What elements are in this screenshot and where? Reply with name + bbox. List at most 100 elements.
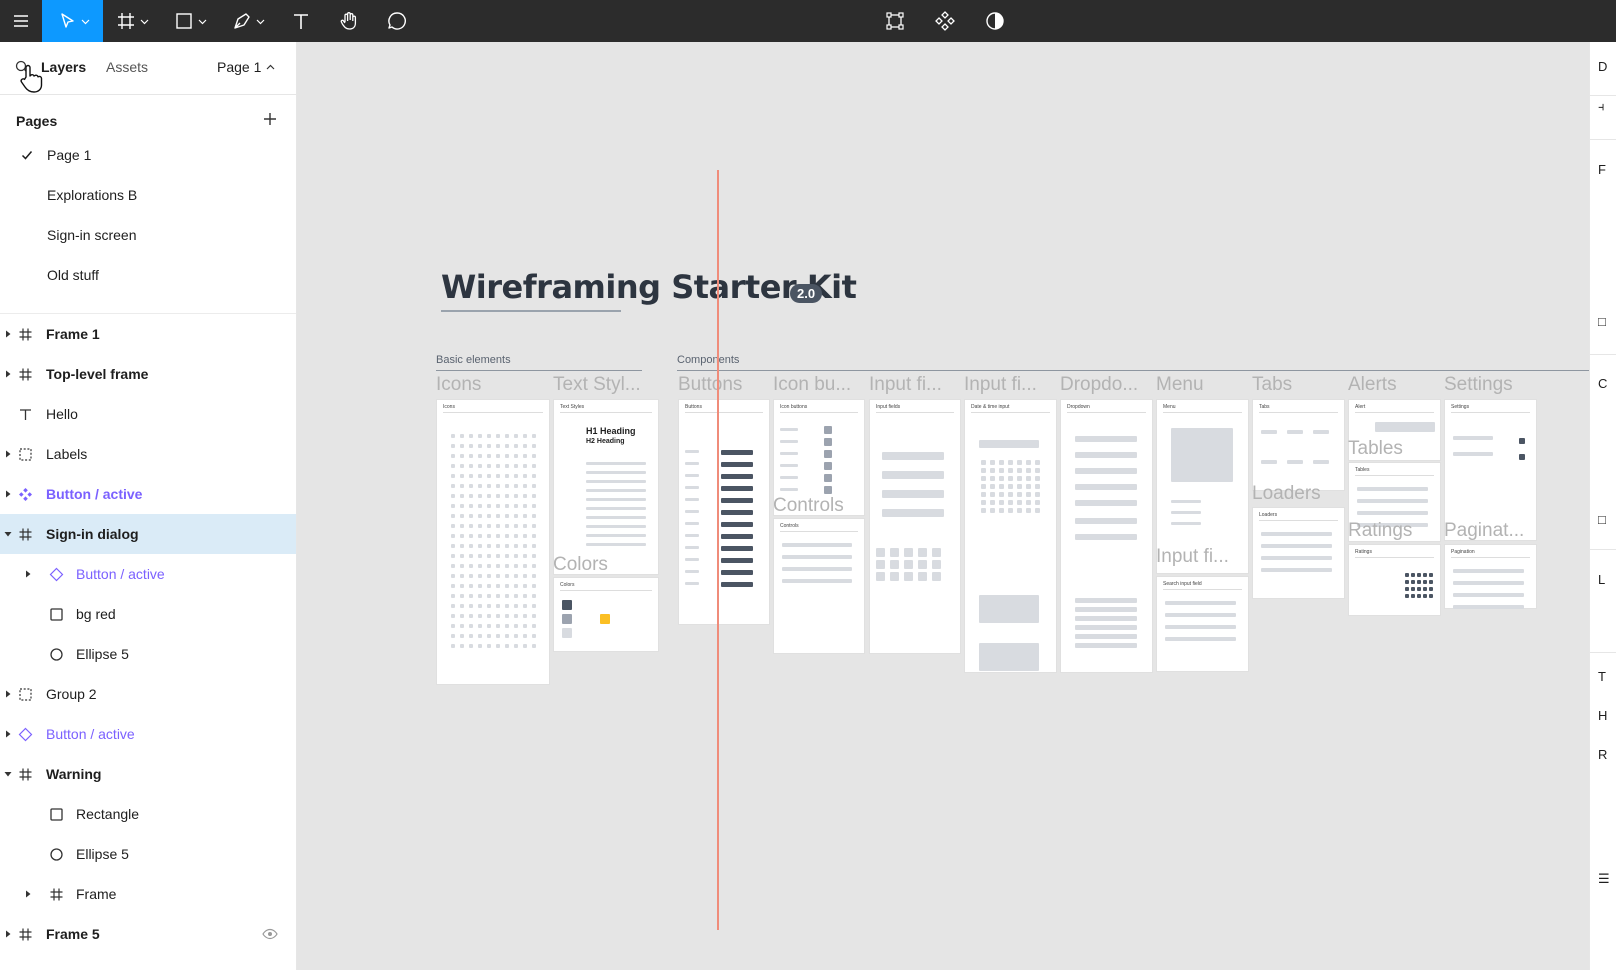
board-title[interactable]: Icon bu... — [773, 374, 851, 396]
wireframe-element — [505, 614, 509, 618]
wireframe-element — [721, 534, 753, 539]
frame-tool-icon[interactable] — [103, 0, 161, 42]
wireframe-element — [460, 474, 464, 478]
canvas[interactable]: Wireframing Starter Kit 2.0 Basic elemen… — [297, 42, 1589, 970]
board-frame[interactable]: Icons — [436, 399, 550, 685]
board-title[interactable]: Settings — [1444, 374, 1513, 396]
align-icon[interactable]: ⫞ — [1598, 99, 1605, 115]
board-title[interactable]: Tabs — [1252, 374, 1292, 396]
caret-right-icon[interactable] — [4, 730, 12, 738]
color-swatch — [562, 614, 572, 624]
caret-right-icon[interactable] — [4, 490, 12, 498]
caret-right-icon[interactable] — [4, 330, 12, 338]
tab-assets[interactable]: Assets — [106, 59, 148, 75]
wireframe-element — [496, 484, 500, 488]
text-tool-icon[interactable] — [277, 0, 325, 42]
add-page-icon[interactable] — [262, 111, 278, 127]
sub-board[interactable]: Loaders — [1252, 507, 1345, 599]
caret-right-icon[interactable] — [24, 890, 32, 898]
wireframe-element — [780, 428, 798, 431]
board-frame[interactable]: Buttons — [678, 399, 770, 625]
layer-row[interactable]: Button / active — [0, 554, 296, 594]
layer-row[interactable]: Top-level frame — [0, 354, 296, 394]
board-title[interactable]: Loaders — [1252, 483, 1321, 505]
comment-tool-icon[interactable] — [373, 0, 421, 42]
edit-object-icon[interactable] — [870, 0, 920, 42]
frame-icon — [19, 528, 32, 541]
layer-row[interactable]: Frame 5 — [0, 914, 296, 954]
wireframe-element — [460, 614, 464, 618]
board-title[interactable]: Icons — [436, 374, 481, 396]
sub-board[interactable]: Controls — [773, 518, 865, 654]
board-title[interactable]: Controls — [773, 495, 844, 517]
eye-icon[interactable] — [262, 928, 278, 940]
layer-row[interactable]: Warning — [0, 754, 296, 794]
board-title[interactable]: Input fi... — [964, 374, 1037, 396]
caret-right-icon[interactable] — [4, 930, 12, 938]
list-icon[interactable]: ☰ — [1598, 871, 1610, 887]
layer-row[interactable]: Frame 1 — [0, 314, 296, 354]
tab-layers[interactable]: Layers — [41, 59, 86, 75]
layer-row[interactable]: Button / active — [0, 714, 296, 754]
sub-board[interactable]: Colors — [553, 577, 659, 652]
board-title[interactable]: Tables — [1348, 438, 1403, 460]
sub-board[interactable]: Ratings — [1348, 544, 1441, 616]
layer-row[interactable]: Frame — [0, 874, 296, 914]
layer-row[interactable]: Hello — [0, 394, 296, 434]
layer-row[interactable]: Sign-in dialog — [0, 514, 296, 554]
wireframe-element — [685, 522, 699, 525]
layer-row[interactable]: Ellipse 5 — [0, 834, 296, 874]
board-frame[interactable]: Text Styles H1 Heading H2 Heading — [553, 399, 659, 575]
shape-tool-icon[interactable] — [161, 0, 219, 42]
board-title[interactable]: Alerts — [1348, 374, 1397, 396]
caret-down-icon[interactable] — [4, 770, 12, 778]
wireframe-element — [1075, 452, 1137, 458]
layer-row[interactable]: Ellipse 5 — [0, 634, 296, 674]
wireframe-element — [523, 624, 527, 628]
board-frame[interactable]: Input fields — [869, 399, 961, 654]
board-title[interactable]: Buttons — [678, 374, 742, 396]
board-frame[interactable]: Tabs — [1252, 399, 1345, 491]
menu-icon[interactable] — [0, 0, 42, 42]
sub-board[interactable]: Search input field — [1156, 576, 1249, 672]
page-item[interactable]: Old stuff — [0, 255, 296, 295]
board-title[interactable]: Text Styl... — [553, 374, 641, 396]
caret-right-icon[interactable] — [4, 450, 12, 458]
layer-row[interactable]: Labels — [0, 434, 296, 474]
caret-right-icon[interactable] — [4, 690, 12, 698]
caret-right-icon[interactable] — [4, 370, 12, 378]
layer-row[interactable]: Rectangle — [0, 794, 296, 834]
layer-row[interactable]: bg red — [0, 594, 296, 634]
caret-right-icon[interactable] — [24, 570, 32, 578]
wireframe-element — [876, 548, 885, 557]
pen-tool-icon[interactable] — [219, 0, 277, 42]
board-title[interactable]: Input fi... — [869, 374, 942, 396]
components-icon[interactable] — [920, 0, 970, 42]
wireframe-element — [523, 464, 527, 468]
wireframe-element — [523, 594, 527, 598]
page-item[interactable]: Explorations B — [0, 175, 296, 215]
page-item[interactable]: Sign-in screen — [0, 215, 296, 255]
board-title[interactable]: Menu — [1156, 374, 1204, 396]
board-frame[interactable]: Dropdown — [1060, 399, 1153, 673]
contrast-icon[interactable] — [970, 0, 1020, 42]
sub-board[interactable]: Pagination — [1444, 544, 1537, 609]
move-tool-icon[interactable] — [42, 0, 103, 42]
page-item[interactable]: Page 1 — [0, 135, 296, 175]
wireframe-element — [824, 450, 832, 458]
board-frame[interactable]: Date & time input — [964, 399, 1057, 673]
hand-tool-icon[interactable] — [325, 0, 373, 42]
wireframe-element — [780, 452, 798, 455]
page-selector[interactable]: Page 1 — [217, 59, 275, 75]
board-title[interactable]: Input fi... — [1156, 546, 1229, 568]
page-item-label: Explorations B — [47, 187, 138, 203]
caret-down-icon[interactable] — [4, 530, 12, 538]
layer-row[interactable]: Button / active — [0, 474, 296, 514]
wireframe-element — [505, 494, 509, 498]
wireframe-element — [469, 444, 473, 448]
layer-row[interactable]: Group 2 — [0, 674, 296, 714]
board-title[interactable]: Dropdo... — [1060, 374, 1138, 396]
board-title[interactable]: Colors — [553, 554, 608, 576]
board-title[interactable]: Paginat... — [1444, 520, 1524, 542]
board-title[interactable]: Ratings — [1348, 520, 1412, 542]
